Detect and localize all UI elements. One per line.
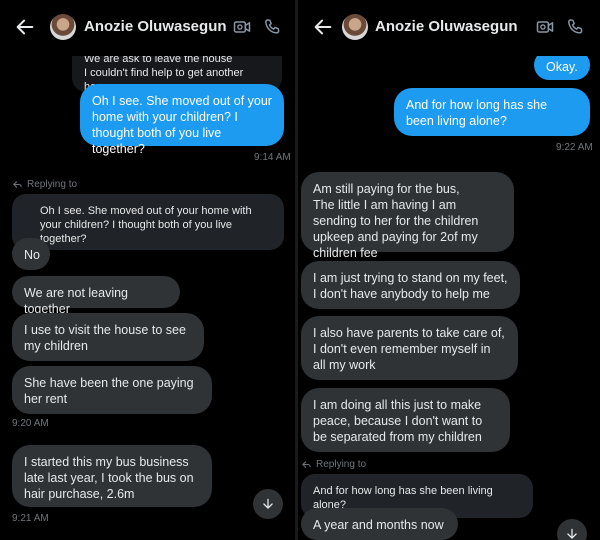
replying-to-indicator: Replying to	[12, 179, 77, 190]
received-message[interactable]: We are not leaving together	[12, 276, 180, 316]
back-arrow-icon[interactable]	[312, 16, 334, 38]
timestamp: 9:21 AM	[12, 513, 49, 524]
arrow-down-icon	[263, 498, 273, 509]
scroll-to-bottom-button[interactable]	[557, 519, 587, 540]
scroll-to-bottom-button[interactable]	[253, 489, 283, 519]
video-call-icon[interactable]	[232, 17, 252, 37]
received-message[interactable]: I use to visit the house to see my child…	[12, 313, 204, 361]
sent-message[interactable]: Oh I see. She moved out of your home wit…	[80, 84, 284, 156]
back-arrow-icon[interactable]	[14, 16, 36, 38]
received-message[interactable]: I am just trying to stand on my feet, I …	[301, 261, 520, 309]
timestamp: 9:14 AM	[254, 152, 291, 163]
phone-call-icon[interactable]	[565, 17, 585, 37]
chat-header: Anozie Oluwasegun	[0, 0, 295, 56]
quoted-reply[interactable]: Oh I see. She moved out of your home wit…	[12, 194, 284, 250]
video-call-icon[interactable]	[535, 17, 555, 37]
received-message[interactable]: I am doing all this just to make peace, …	[301, 388, 510, 452]
contact-name[interactable]: Anozie Oluwasegun	[375, 18, 518, 35]
phone-call-icon[interactable]	[262, 17, 282, 37]
avatar[interactable]	[50, 14, 76, 40]
replying-to-label: Replying to	[27, 179, 78, 190]
left-chat-panel: Anozie Oluwasegun We are ask to leave th…	[0, 0, 295, 540]
received-message[interactable]: I started this my bus business late last…	[12, 445, 212, 507]
replying-to-indicator: Replying to	[301, 459, 366, 470]
received-message[interactable]: Am still paying for the bus, The little …	[301, 172, 514, 260]
arrow-down-icon	[567, 528, 577, 539]
reply-arrow-icon	[302, 461, 311, 468]
avatar[interactable]	[342, 14, 368, 40]
chat-header: Anozie Oluwasegun	[298, 0, 600, 56]
received-message[interactable]: She have been the one paying her rent	[12, 366, 212, 414]
contact-name[interactable]: Anozie Oluwasegun	[84, 18, 227, 35]
sent-message[interactable]: And for how long has she been living alo…	[394, 88, 590, 136]
timestamp: 9:22 AM	[556, 142, 593, 153]
received-message[interactable]: No	[12, 238, 50, 270]
received-message[interactable]: I also have parents to take care of, I d…	[301, 316, 518, 380]
replying-to-label: Replying to	[316, 459, 367, 470]
reply-arrow-icon	[13, 181, 22, 188]
received-message[interactable]: A year and months now	[301, 508, 458, 540]
timestamp: 9:20 AM	[12, 418, 49, 429]
right-chat-panel: Anozie Oluwasegun Okay. And for how long…	[298, 0, 600, 540]
